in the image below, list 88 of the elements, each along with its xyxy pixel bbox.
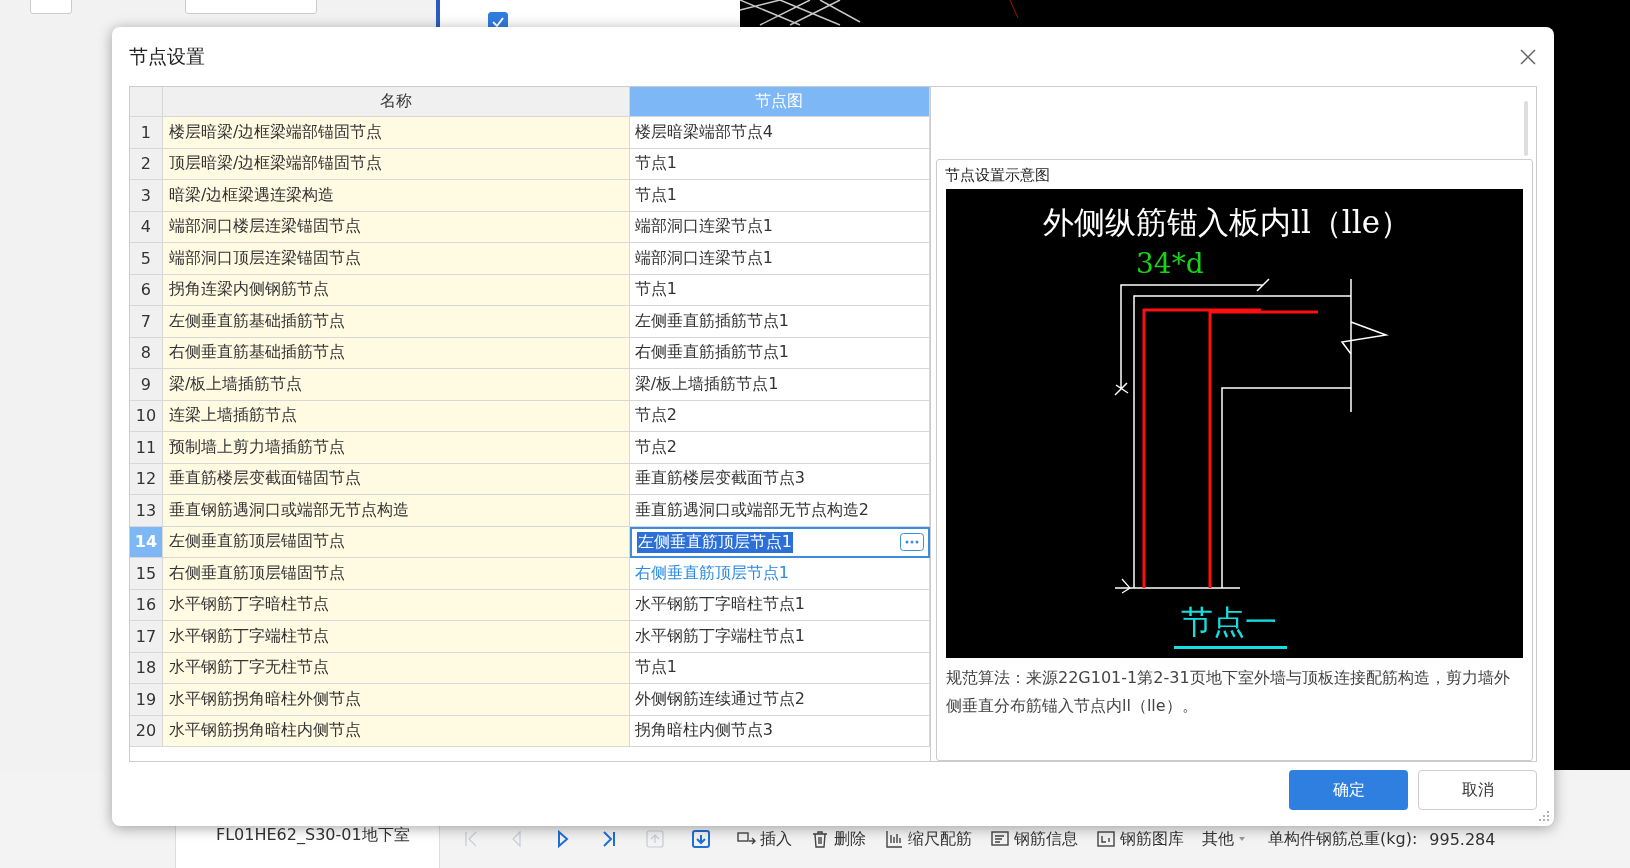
description-text: 规范算法：来源22G101-1第2-31页地下室外墙与顶板连接配筋构造，剪力墙外侧垂直分布筋锚入节点内ll（lle）。 <box>946 667 1511 717</box>
table-cell[interactable]: 节点2 <box>629 432 930 464</box>
table-cell[interactable]: 水平钢筋丁字端柱节点1 <box>629 621 930 653</box>
cancel-button[interactable]: 取消 <box>1418 770 1537 810</box>
group-title: 节点设置示意图 <box>945 166 1051 185</box>
table-cell: 端部洞口顶层连梁锚固节点 <box>162 243 630 275</box>
table-cell: 水平钢筋丁字无柱节点 <box>162 652 630 684</box>
table-cell[interactable]: 垂直筋遇洞口或端部无节点构造2 <box>629 495 930 527</box>
row-number[interactable]: 11 <box>130 432 163 464</box>
row-number[interactable]: 20 <box>130 715 163 747</box>
table-cell[interactable]: 节点1 <box>629 652 930 684</box>
info-icon <box>990 829 1010 849</box>
diagram-title: 外侧纵筋锚入板内ll（lle） <box>1043 204 1411 240</box>
toolbar-button[interactable]: 删除 <box>810 828 866 850</box>
scrollbar-thumb[interactable] <box>1524 101 1528 156</box>
down-icon[interactable] <box>690 828 712 850</box>
table-cell[interactable]: 节点1 <box>629 180 930 212</box>
table-cell[interactable]: 节点2 <box>629 400 930 432</box>
dimension-label: 34*d <box>1136 247 1204 280</box>
row-number[interactable]: 19 <box>130 684 163 716</box>
row-number[interactable]: 7 <box>130 306 163 338</box>
table-cell[interactable]: 右侧垂直筋顶层节点1 <box>629 558 930 590</box>
diagram-caption: 节点一 <box>1181 603 1277 641</box>
table-cell[interactable]: 左侧垂直筋插筋节点1 <box>629 306 930 338</box>
row-number[interactable]: 12 <box>130 463 163 495</box>
node-input-field[interactable]: 左侧垂直筋顶层节点1 <box>629 526 930 558</box>
table-cell[interactable]: 节点1 <box>629 148 930 180</box>
row-number[interactable]: 17 <box>130 621 163 653</box>
table-cell: 垂直钢筋遇洞口或端部无节点构造 <box>162 495 630 527</box>
close-icon[interactable] <box>1519 47 1537 66</box>
table-cell[interactable]: 楼层暗梁端部节点4 <box>629 117 930 149</box>
ok-button[interactable]: 确定 <box>1289 770 1408 810</box>
table-cell[interactable]: 水平钢筋丁字暗柱节点1 <box>629 589 930 621</box>
table-cell: 梁/板上墙插筋节点 <box>162 369 630 401</box>
row-number[interactable]: 18 <box>130 652 163 684</box>
table-cell[interactable]: 垂直筋楼层变截面节点3 <box>629 463 930 495</box>
dropdown-button[interactable]: 其他 <box>1202 828 1246 850</box>
row-number[interactable]: 15 <box>130 558 163 590</box>
table-cell[interactable]: 外侧钢筋连续通过节点2 <box>629 684 930 716</box>
column-header[interactable]: 名称 <box>162 87 630 117</box>
table-cell: 楼层暗梁/边框梁端部锚固节点 <box>162 117 630 149</box>
toolbar-button[interactable]: 钢筋图库 <box>1096 828 1184 850</box>
table-cell[interactable]: 端部洞口连梁节点1 <box>629 243 930 275</box>
table-cell: 垂直筋楼层变截面锚固节点 <box>162 463 630 495</box>
row-number[interactable]: 4 <box>130 211 163 243</box>
table-cell: 水平钢筋丁字端柱节点 <box>162 621 630 653</box>
table-cell: 左侧垂直筋基础插筋节点 <box>162 306 630 338</box>
table-cell[interactable]: 端部洞口连梁节点1 <box>629 211 930 243</box>
toolbar-button[interactable]: 钢筋信息 <box>990 828 1078 850</box>
table-cell[interactable]: 右侧垂直筋插筋节点1 <box>629 337 930 369</box>
total-weight-value: 995.284 <box>1429 829 1496 849</box>
resize-grip-icon[interactable] <box>1538 810 1550 822</box>
scale-icon <box>884 829 904 849</box>
table-cell[interactable]: 梁/板上墙插筋节点1 <box>629 369 930 401</box>
row-number[interactable]: 8 <box>130 337 163 369</box>
library-icon <box>1096 829 1116 849</box>
table-cell: 左侧垂直筋顶层锚固节点 <box>162 526 630 558</box>
row-number[interactable]: 16 <box>130 589 163 621</box>
table-cell: 端部洞口楼层连梁锚固节点 <box>162 211 630 243</box>
row-number[interactable]: 1 <box>130 117 163 149</box>
table-cell: 连梁上墙插筋节点 <box>162 400 630 432</box>
table-cell: 水平钢筋丁字暗柱节点 <box>162 589 630 621</box>
table-cell: 预制墙上剪力墙插筋节点 <box>162 432 630 464</box>
table-cell: 拐角连梁内侧钢筋节点 <box>162 274 630 306</box>
delete-icon <box>810 829 830 849</box>
row-number[interactable]: 5 <box>130 243 163 275</box>
row-number[interactable]: 9 <box>130 369 163 401</box>
row-number[interactable]: 2 <box>130 148 163 180</box>
tree-item[interactable]: FL01HE62_S30-01地下室 <box>216 825 410 844</box>
row-number[interactable]: 10 <box>130 400 163 432</box>
table-cell[interactable]: 拐角暗柱内侧节点3 <box>629 715 930 747</box>
table-cell[interactable]: 节点1 <box>629 274 930 306</box>
selected-text: 左侧垂直筋顶层节点1 <box>636 531 793 553</box>
table-cell: 右侧垂直筋顶层锚固节点 <box>162 558 630 590</box>
total-weight-label: 单构件钢筋总重(kg): <box>1268 828 1418 850</box>
table-cell: 水平钢筋拐角暗柱外侧节点 <box>162 684 630 716</box>
table-cell: 水平钢筋拐角暗柱内侧节点 <box>162 715 630 747</box>
table-cell: 暗梁/边框梁遇连梁构造 <box>162 180 630 212</box>
row-number[interactable]: 13 <box>130 495 163 527</box>
table-cell: 顶层暗梁/边框梁端部锚固节点 <box>162 148 630 180</box>
row-number[interactable]: 3 <box>130 180 163 212</box>
table-cell: 右侧垂直筋基础插筋节点 <box>162 337 630 369</box>
dialog-title: 节点设置 <box>129 43 205 69</box>
row-number[interactable]: 6 <box>130 274 163 306</box>
toolbar-button[interactable]: 插入 <box>736 828 792 850</box>
toolbar-button[interactable]: 缩尺配筋 <box>884 828 972 850</box>
more-icon[interactable] <box>900 533 924 552</box>
caret-icon <box>1238 836 1246 842</box>
